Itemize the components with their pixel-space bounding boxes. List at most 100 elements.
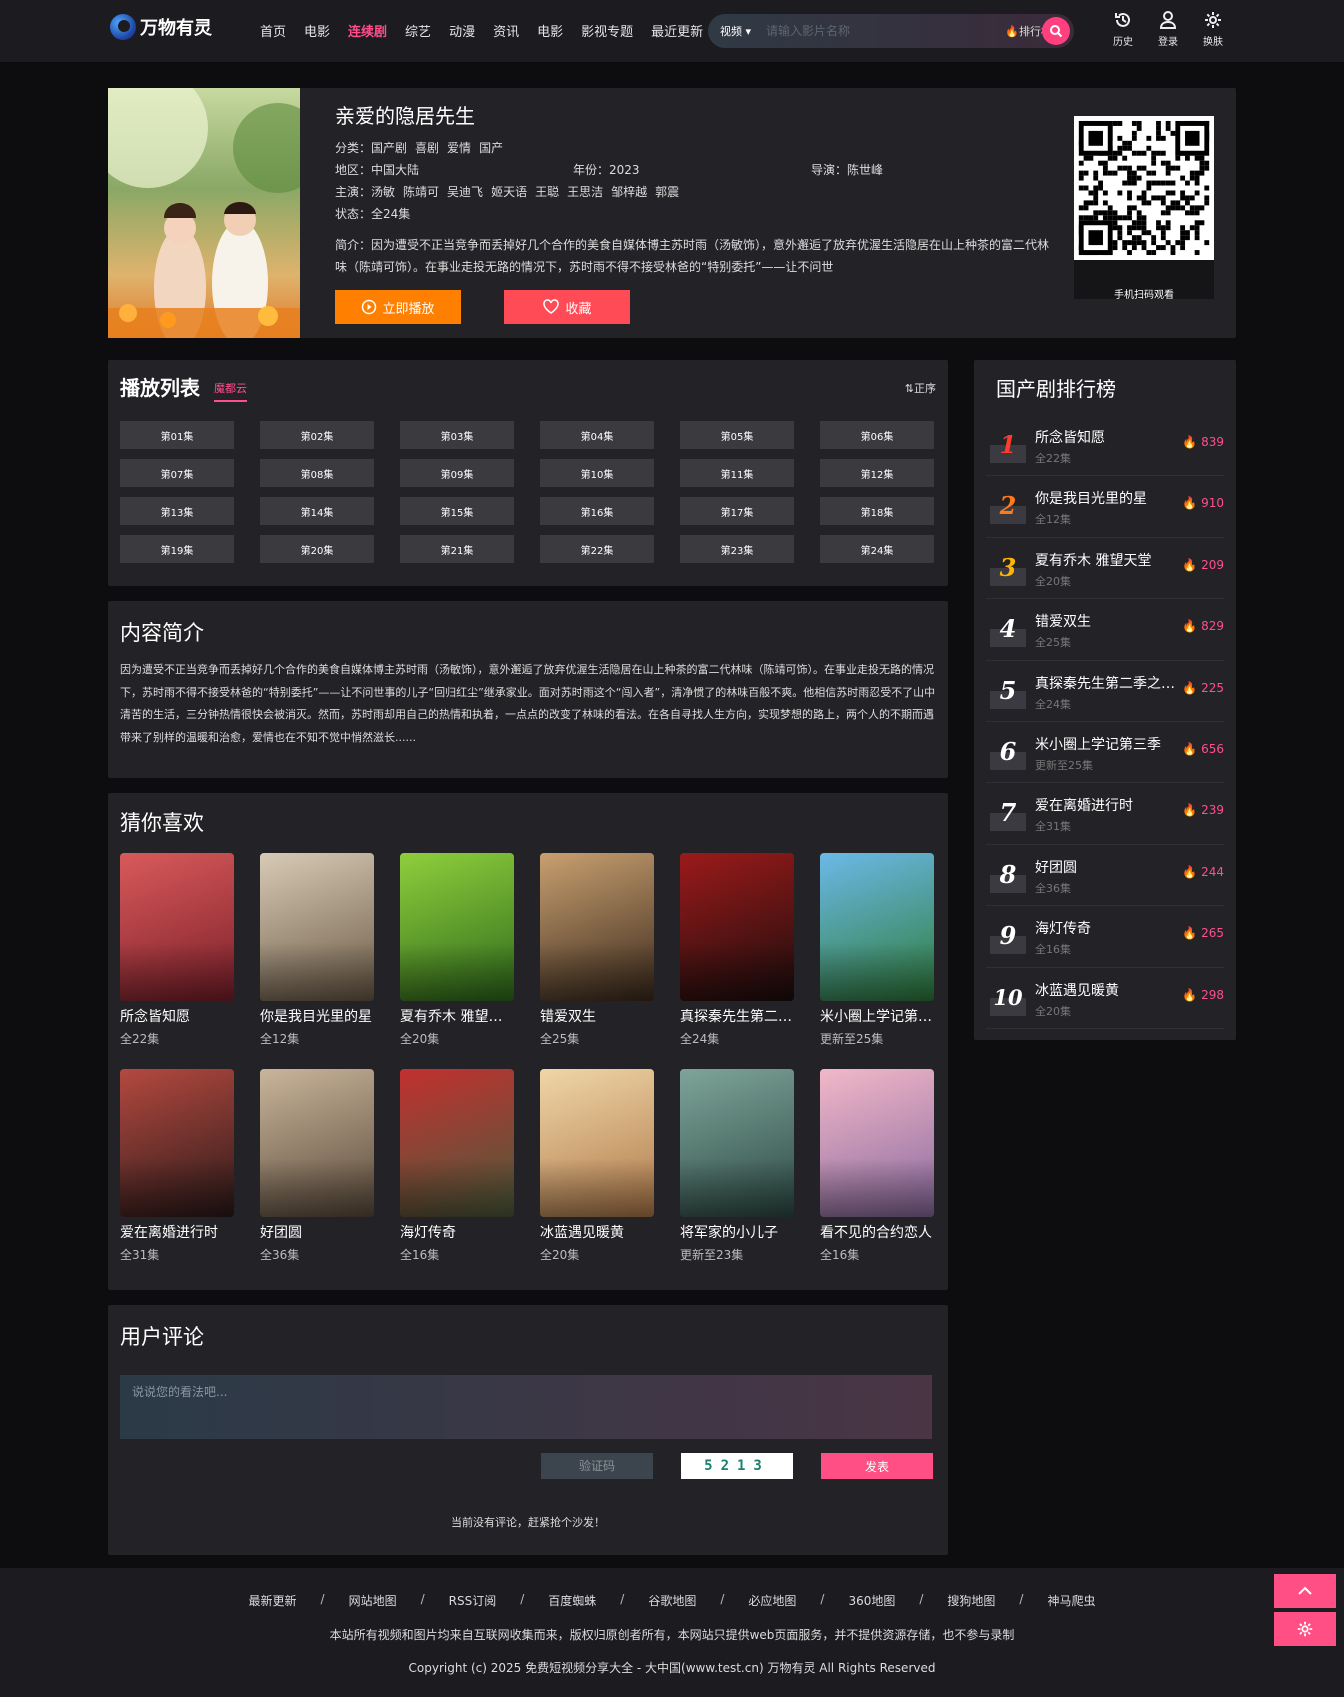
recommend-title[interactable]: 爱在离婚进行时 — [120, 1222, 234, 1242]
episode-button[interactable]: 第07集 — [120, 459, 234, 487]
recommend-poster[interactable] — [680, 1069, 794, 1217]
float-settings-button[interactable] — [1274, 1612, 1336, 1646]
ranking-item[interactable]: 6 米小圈上学记第三季 更新至25集 🔥 656 — [986, 722, 1224, 784]
nav-item[interactable]: 连续剧 — [348, 21, 387, 40]
recommend-card[interactable]: 所念皆知愿 全22集 — [120, 853, 234, 1047]
ranking-item[interactable]: 8 好团圆 全36集 🔥 244 — [986, 845, 1224, 907]
episode-button[interactable]: 第15集 — [400, 497, 514, 525]
search-input[interactable] — [766, 24, 966, 38]
region-value[interactable]: 中国大陆 — [371, 163, 419, 177]
search-category-select[interactable]: 视频 ▾ — [720, 23, 760, 39]
cast-link[interactable]: 吴迪飞 — [447, 185, 483, 199]
rank-title[interactable]: 你是我目光里的星 — [1035, 488, 1177, 508]
cast-link[interactable]: 王思洁 — [567, 185, 603, 199]
episode-button[interactable]: 第23集 — [680, 535, 794, 563]
episode-button[interactable]: 第12集 — [820, 459, 934, 487]
nav-item[interactable]: 综艺 — [405, 21, 431, 40]
submit-comment-button[interactable]: 发表 — [821, 1453, 933, 1479]
episode-button[interactable]: 第19集 — [120, 535, 234, 563]
year-value[interactable]: 2023 — [609, 163, 640, 177]
footer-link[interactable]: 最新更新 — [249, 1592, 297, 1609]
recommend-title[interactable]: 好团圆 — [260, 1222, 374, 1242]
recommend-card[interactable]: 冰蓝遇见暖黄 全20集 — [540, 1069, 654, 1263]
recommend-poster[interactable] — [820, 1069, 934, 1217]
ranking-item[interactable]: 9 海灯传奇 全16集 🔥 265 — [986, 906, 1224, 968]
rank-title[interactable]: 米小圈上学记第三季 — [1035, 734, 1177, 754]
captcha-input[interactable] — [541, 1453, 653, 1479]
episode-button[interactable]: 第17集 — [680, 497, 794, 525]
footer-link[interactable]: 搜狗地图 — [947, 1592, 995, 1609]
recommend-poster[interactable] — [680, 853, 794, 1001]
recommend-card[interactable]: 将军家的小儿子 更新至23集 — [680, 1069, 794, 1263]
site-logo[interactable]: 万物有灵 — [110, 14, 212, 40]
rank-title[interactable]: 好团圆 — [1035, 857, 1177, 877]
recommend-poster[interactable] — [120, 1069, 234, 1217]
episode-button[interactable]: 第02集 — [260, 421, 374, 449]
episode-button[interactable]: 第01集 — [120, 421, 234, 449]
recommend-card[interactable]: 海灯传奇 全16集 — [400, 1069, 514, 1263]
episode-button[interactable]: 第10集 — [540, 459, 654, 487]
recommend-poster[interactable] — [540, 853, 654, 1001]
back-to-top-button[interactable] — [1274, 1574, 1336, 1608]
episode-button[interactable]: 第13集 — [120, 497, 234, 525]
captcha-image[interactable]: 5213 — [681, 1453, 793, 1479]
footer-link[interactable]: 神马爬虫 — [1047, 1592, 1095, 1609]
recommend-poster[interactable] — [120, 853, 234, 1001]
rank-title[interactable]: 冰蓝遇见暖黄 — [1035, 980, 1177, 1000]
nav-item[interactable]: 电影 — [304, 21, 330, 40]
episode-button[interactable]: 第05集 — [680, 421, 794, 449]
episode-button[interactable]: 第06集 — [820, 421, 934, 449]
cast-link[interactable]: 郭震 — [655, 185, 679, 199]
cast-link[interactable]: 邹梓越 — [611, 185, 647, 199]
category-link[interactable]: 国产剧 — [371, 141, 407, 155]
skin-button[interactable]: 换肤 — [1196, 10, 1230, 48]
recommend-card[interactable]: 米小圈上学记第三季 更新至25集 — [820, 853, 934, 1047]
ranking-item[interactable]: 2 你是我目光里的星 全12集 🔥 910 — [986, 476, 1224, 538]
recommend-title[interactable]: 错爱双生 — [540, 1006, 654, 1026]
play-now-button[interactable]: 立即播放 — [335, 290, 461, 324]
recommend-card[interactable]: 错爱双生 全25集 — [540, 853, 654, 1047]
recommend-card[interactable]: 你是我目光里的星 全12集 — [260, 853, 374, 1047]
episode-button[interactable]: 第14集 — [260, 497, 374, 525]
cast-link[interactable]: 陈靖可 — [403, 185, 439, 199]
login-button[interactable]: 登录 — [1151, 10, 1185, 48]
favorite-button[interactable]: 收藏 — [504, 290, 630, 324]
recommend-title[interactable]: 将军家的小儿子 — [680, 1222, 794, 1242]
recommend-title[interactable]: 你是我目光里的星 — [260, 1006, 374, 1026]
nav-item[interactable]: 影视专题 — [581, 21, 633, 40]
recommend-card[interactable]: 真探秦先生第二季之鬼相全24集 — [680, 853, 794, 1047]
episode-button[interactable]: 第22集 — [540, 535, 654, 563]
episode-button[interactable]: 第04集 — [540, 421, 654, 449]
detail-poster[interactable] — [108, 88, 300, 338]
recommend-card[interactable]: 看不见的合约恋人 全16集 — [820, 1069, 934, 1263]
comment-textarea[interactable] — [120, 1375, 932, 1439]
footer-link[interactable]: 360地图 — [848, 1592, 895, 1609]
episode-button[interactable]: 第09集 — [400, 459, 514, 487]
search-button[interactable] — [1042, 17, 1070, 45]
recommend-title[interactable]: 夏有乔木 雅望天堂 — [400, 1006, 514, 1026]
episode-button[interactable]: 第20集 — [260, 535, 374, 563]
sort-toggle[interactable]: ⇅正序 — [905, 380, 936, 396]
footer-link[interactable]: 百度蜘蛛 — [548, 1592, 596, 1609]
ranking-item[interactable]: 1 所念皆知愿 全22集 🔥 839 — [986, 415, 1224, 477]
ranking-item[interactable]: 3 夏有乔木 雅望天堂 全20集 🔥 209 — [986, 538, 1224, 600]
cast-link[interactable]: 王聪 — [535, 185, 559, 199]
rank-title[interactable]: 真探秦先生第二季之鬼相 — [1035, 673, 1177, 693]
footer-link[interactable]: 谷歌地图 — [648, 1592, 696, 1609]
nav-item[interactable]: 最近更新 — [651, 21, 703, 40]
ranking-item[interactable]: 4 错爱双生 全25集 🔥 829 — [986, 599, 1224, 661]
recommend-poster[interactable] — [820, 853, 934, 1001]
recommend-poster[interactable] — [260, 1069, 374, 1217]
nav-item[interactable]: 资讯 — [493, 21, 519, 40]
footer-link[interactable]: RSS订阅 — [449, 1592, 497, 1609]
ranking-item[interactable]: 7 爱在离婚进行时 全31集 🔥 239 — [986, 783, 1224, 845]
recommend-title[interactable]: 看不见的合约恋人 — [820, 1222, 934, 1242]
rank-title[interactable]: 爱在离婚进行时 — [1035, 795, 1177, 815]
cast-link[interactable]: 姬天语 — [491, 185, 527, 199]
recommend-poster[interactable] — [540, 1069, 654, 1217]
footer-link[interactable]: 网站地图 — [349, 1592, 397, 1609]
ranking-item[interactable]: 5 真探秦先生第二季之鬼相 全24集 🔥 225 — [986, 661, 1224, 722]
episode-button[interactable]: 第21集 — [400, 535, 514, 563]
recommend-title[interactable]: 真探秦先生第二季之鬼相 — [680, 1006, 794, 1026]
episode-button[interactable]: 第03集 — [400, 421, 514, 449]
